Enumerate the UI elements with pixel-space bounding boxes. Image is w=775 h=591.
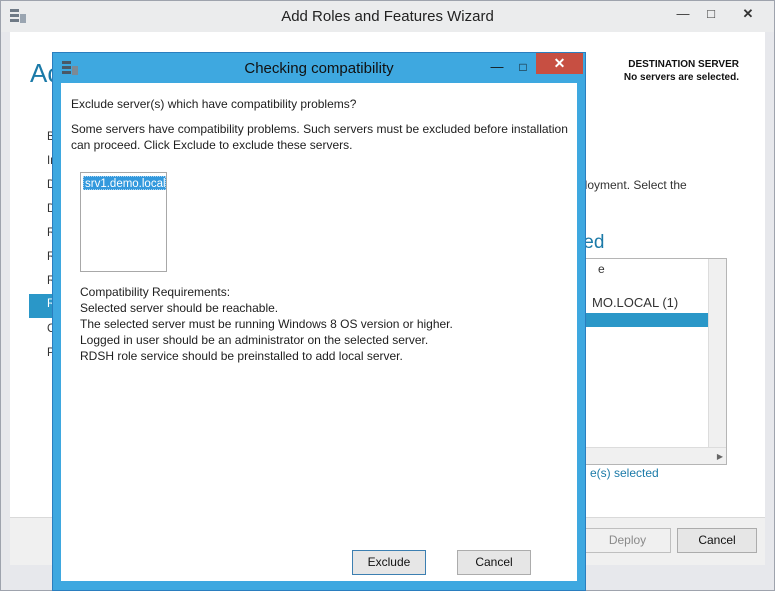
list-selected-row[interactable]	[566, 313, 726, 327]
dialog-cancel-button[interactable]: Cancel	[457, 550, 531, 575]
compatibility-dialog: Checking compatibility — □ ✕ Exclude ser…	[52, 52, 586, 591]
wizard-cancel-button[interactable]: Cancel	[677, 528, 757, 553]
wizard-title-bar[interactable]: Add Roles and Features Wizard — □ ✕	[1, 1, 774, 32]
selected-count-text: e(s) selected	[590, 466, 659, 480]
maximize-button[interactable]: □	[698, 4, 724, 24]
dialog-description-line2: can proceed. Click Exclude to exclude th…	[71, 138, 353, 152]
selected-servers-list[interactable]: e MO.LOCAL (1) ▶	[565, 258, 727, 465]
server-list[interactable]: srv1.demo.local	[80, 172, 167, 272]
dialog-question: Exclude server(s) which have compatibili…	[71, 97, 357, 111]
deploy-button[interactable]: Deploy	[584, 528, 671, 553]
destination-label: DESTINATION SERVER	[628, 59, 739, 70]
destination-value: No servers are selected.	[623, 72, 739, 83]
exclude-button[interactable]: Exclude	[352, 550, 426, 575]
dialog-description-line1: Some servers have compatibility problems…	[71, 122, 568, 136]
dialog-title-bar[interactable]: Checking compatibility — □ ✕	[53, 53, 585, 83]
dialog-minimize-button[interactable]: —	[484, 58, 510, 76]
minimize-button[interactable]: —	[670, 4, 696, 24]
destination-server: DESTINATION SERVER No servers are select…	[624, 58, 739, 84]
requirement-item: Selected server should be reachable.	[80, 301, 279, 315]
vertical-scrollbar[interactable]	[708, 259, 726, 448]
list-header: e	[598, 262, 605, 276]
server-list-item[interactable]: srv1.demo.local	[83, 176, 166, 190]
dialog-close-button[interactable]: ✕	[536, 53, 583, 74]
list-item[interactable]: MO.LOCAL (1)	[592, 295, 678, 310]
requirements-title: Compatibility Requirements:	[80, 285, 231, 299]
requirement-item: The selected server must be running Wind…	[80, 317, 453, 331]
requirement-item: Logged in user should be an administrato…	[80, 333, 429, 347]
requirement-item: RDSH role service should be preinstalled…	[80, 349, 403, 363]
close-button[interactable]: ✕	[735, 4, 761, 24]
horizontal-scrollbar[interactable]	[566, 447, 726, 464]
wizard-title: Add Roles and Features Wizard	[281, 8, 494, 25]
dialog-body: Exclude server(s) which have compatibili…	[61, 83, 577, 581]
dialog-maximize-button[interactable]: □	[510, 58, 536, 76]
scroll-right-arrow-icon[interactable]: ▶	[717, 452, 723, 461]
description-text: ployment. Select the	[578, 178, 687, 192]
